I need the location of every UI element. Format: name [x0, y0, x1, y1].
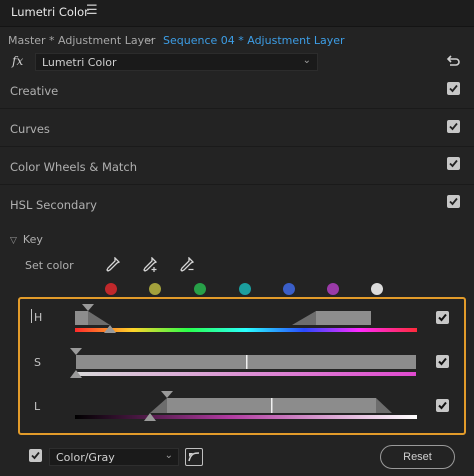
- key-subsection-toggle[interactable]: ▽ Key: [10, 233, 43, 246]
- hue-label: H: [34, 311, 43, 324]
- effect-dropdown[interactable]: Lumetri Color ⌄: [35, 53, 318, 71]
- chevron-down-icon: ⌄: [302, 55, 311, 66]
- color-swatch-white[interactable]: [371, 283, 383, 295]
- chevron-down-icon[interactable]: ⌵: [145, 32, 153, 46]
- section-curves[interactable]: Curves: [0, 110, 474, 147]
- effect-row: fx Lumetri Color ⌄: [0, 52, 474, 72]
- section-creative[interactable]: Creative: [0, 72, 474, 109]
- section-label: Color Wheels & Match: [10, 160, 138, 174]
- color-swatch-magenta[interactable]: [327, 283, 339, 295]
- luminance-enable-checkbox[interactable]: [436, 399, 449, 412]
- mask-mode-value: Color/Gray: [56, 451, 115, 464]
- section-label: Curves: [10, 122, 50, 136]
- effect-dropdown-value: Lumetri Color: [42, 56, 117, 69]
- section-enable-checkbox[interactable]: [447, 120, 460, 133]
- master-clip-tab[interactable]: Master * Adjustment Layer: [8, 34, 155, 47]
- section-color-wheels[interactable]: Color Wheels & Match: [0, 148, 474, 185]
- reset-effect-icon[interactable]: [445, 53, 461, 69]
- clip-selector-bar: Master * Adjustment Layer ⌵ Sequence 04 …: [0, 28, 474, 52]
- hamburger-icon[interactable]: ☰: [86, 3, 98, 18]
- section-enable-checkbox[interactable]: [447, 157, 460, 170]
- color-swatch-red[interactable]: [105, 283, 117, 295]
- eyedropper-plus-icon[interactable]: [143, 257, 157, 273]
- hue-top-handle: [82, 304, 94, 311]
- eyedropper-icon[interactable]: [106, 257, 120, 273]
- chevron-down-icon: ⌄: [164, 450, 173, 461]
- mask-preview-controls: Color/Gray ⌄ Reset: [0, 440, 474, 476]
- fx-icon[interactable]: fx: [12, 54, 23, 68]
- h-row-cursor: [31, 309, 32, 323]
- luminance-top-handle: [161, 391, 173, 398]
- saturation-enable-checkbox[interactable]: [436, 355, 449, 368]
- set-color-label: Set color: [25, 259, 74, 272]
- section-enable-checkbox[interactable]: [447, 195, 460, 208]
- hue-range-slider[interactable]: [74, 302, 418, 334]
- section-enable-checkbox[interactable]: [447, 82, 460, 95]
- show-mask-checkbox[interactable]: [29, 449, 42, 462]
- sequence-clip-tab[interactable]: Sequence 04 * Adjustment Layer: [163, 34, 345, 47]
- saturation-label: S: [34, 356, 41, 369]
- panel-header: Lumetri Color ☰: [0, 0, 474, 27]
- mask-mode-dropdown[interactable]: Color/Gray ⌄: [49, 448, 179, 466]
- invert-mask-icon: [188, 452, 200, 462]
- reset-button[interactable]: Reset: [380, 445, 455, 469]
- eyedropper-minus-icon[interactable]: [180, 257, 194, 273]
- invert-mask-button[interactable]: [185, 448, 203, 466]
- section-hsl-secondary[interactable]: HSL Secondary: [0, 186, 474, 223]
- color-swatch-yellow[interactable]: [149, 283, 161, 295]
- key-label: Key: [22, 233, 43, 246]
- color-swatch-green[interactable]: [194, 283, 206, 295]
- section-label: Creative: [10, 84, 59, 98]
- luminance-range-slider[interactable]: [74, 388, 418, 424]
- saturation-top-handle: [70, 348, 82, 355]
- luminance-label: L: [34, 400, 41, 413]
- saturation-range-slider[interactable]: [68, 346, 418, 380]
- color-swatch-cyan[interactable]: [239, 283, 251, 295]
- color-swatch-blue[interactable]: [283, 283, 295, 295]
- panel-title: Lumetri Color: [11, 5, 89, 19]
- hue-enable-checkbox[interactable]: [436, 311, 449, 324]
- chevron-down-icon: ▽: [10, 236, 17, 246]
- section-label: HSL Secondary: [10, 198, 97, 212]
